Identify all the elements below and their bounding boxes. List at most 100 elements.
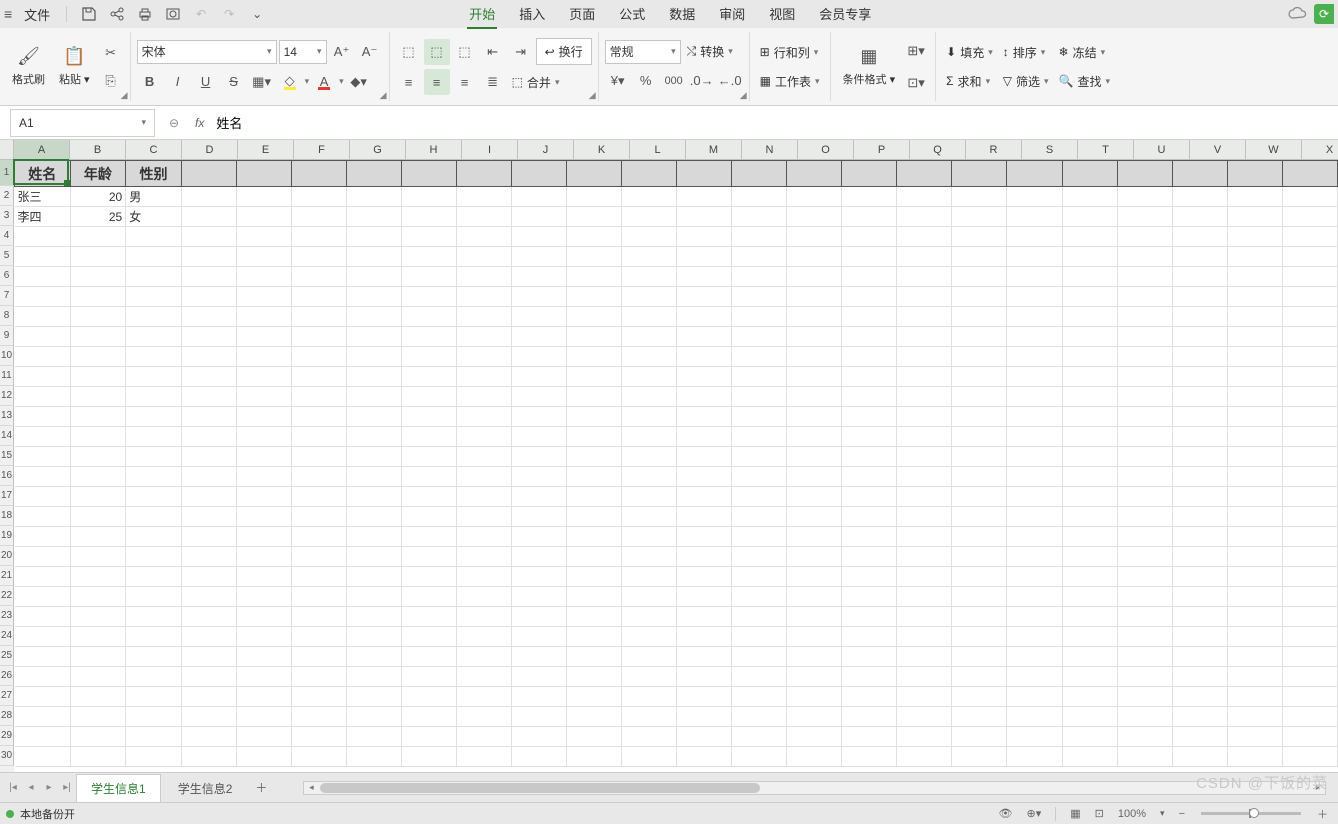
col-header-I[interactable]: I bbox=[462, 140, 518, 159]
cell-N17[interactable] bbox=[732, 487, 787, 507]
cell-W10[interactable] bbox=[1227, 347, 1282, 367]
cell-N22[interactable] bbox=[732, 587, 787, 607]
cell-M27[interactable] bbox=[677, 687, 732, 707]
cell-G19[interactable] bbox=[346, 527, 401, 547]
cell-A6[interactable] bbox=[15, 267, 71, 287]
cell-P25[interactable] bbox=[842, 647, 897, 667]
cell-N29[interactable] bbox=[732, 727, 787, 747]
cell-C25[interactable] bbox=[126, 647, 182, 667]
cell-P14[interactable] bbox=[842, 427, 897, 447]
cell-D28[interactable] bbox=[181, 707, 236, 727]
cell-G7[interactable] bbox=[346, 287, 401, 307]
cell-U22[interactable] bbox=[1117, 587, 1172, 607]
cell-F9[interactable] bbox=[291, 327, 346, 347]
cell-U1[interactable] bbox=[1117, 161, 1172, 187]
cell-U18[interactable] bbox=[1117, 507, 1172, 527]
cell-R8[interactable] bbox=[952, 307, 1007, 327]
cell-P16[interactable] bbox=[842, 467, 897, 487]
cell-N14[interactable] bbox=[732, 427, 787, 447]
alignment-expand-icon[interactable]: ◢ bbox=[589, 90, 596, 101]
cell-T6[interactable] bbox=[1062, 267, 1117, 287]
cell-B11[interactable] bbox=[70, 367, 126, 387]
cell-B3[interactable]: 25 bbox=[70, 207, 126, 227]
cell-B30[interactable] bbox=[70, 747, 126, 767]
cell-X20[interactable] bbox=[1282, 547, 1337, 567]
cell-Q3[interactable] bbox=[897, 207, 952, 227]
cell-X2[interactable] bbox=[1282, 187, 1337, 207]
cell-M4[interactable] bbox=[677, 227, 732, 247]
cell-S4[interactable] bbox=[1007, 227, 1062, 247]
formula-input[interactable] bbox=[210, 109, 1338, 137]
cell-H16[interactable] bbox=[401, 467, 456, 487]
cell-G5[interactable] bbox=[346, 247, 401, 267]
cell-D6[interactable] bbox=[181, 267, 236, 287]
cell-X15[interactable] bbox=[1282, 447, 1337, 467]
cell-V2[interactable] bbox=[1172, 187, 1227, 207]
cell-N19[interactable] bbox=[732, 527, 787, 547]
cell-L19[interactable] bbox=[622, 527, 677, 547]
cell-H10[interactable] bbox=[401, 347, 456, 367]
cell-T14[interactable] bbox=[1062, 427, 1117, 447]
font-size-combo[interactable]: 14▾ bbox=[279, 40, 327, 64]
cell-A25[interactable] bbox=[15, 647, 71, 667]
cell-U2[interactable] bbox=[1117, 187, 1172, 207]
cell-T15[interactable] bbox=[1062, 447, 1117, 467]
cell-G10[interactable] bbox=[346, 347, 401, 367]
cell-K20[interactable] bbox=[567, 547, 622, 567]
cell-I7[interactable] bbox=[457, 287, 512, 307]
col-header-F[interactable]: F bbox=[294, 140, 350, 159]
cell-M20[interactable] bbox=[677, 547, 732, 567]
cell-Q13[interactable] bbox=[897, 407, 952, 427]
cell-B8[interactable] bbox=[70, 307, 126, 327]
cell-E14[interactable] bbox=[236, 427, 291, 447]
cell-G28[interactable] bbox=[346, 707, 401, 727]
cell-S30[interactable] bbox=[1007, 747, 1062, 767]
cell-U12[interactable] bbox=[1117, 387, 1172, 407]
cell-U24[interactable] bbox=[1117, 627, 1172, 647]
cell-C23[interactable] bbox=[126, 607, 182, 627]
cell-B13[interactable] bbox=[70, 407, 126, 427]
cell-M11[interactable] bbox=[677, 367, 732, 387]
crop-icon[interactable]: ⊡▾ bbox=[903, 70, 929, 96]
cell-O24[interactable] bbox=[787, 627, 842, 647]
cell-G23[interactable] bbox=[346, 607, 401, 627]
cell-J23[interactable] bbox=[512, 607, 567, 627]
cell-B21[interactable] bbox=[70, 567, 126, 587]
row-header-12[interactable]: 12 bbox=[0, 386, 14, 406]
cell-P15[interactable] bbox=[842, 447, 897, 467]
cell-H24[interactable] bbox=[401, 627, 456, 647]
cell-N13[interactable] bbox=[732, 407, 787, 427]
cell-V20[interactable] bbox=[1172, 547, 1227, 567]
cell-T2[interactable] bbox=[1062, 187, 1117, 207]
cell-E29[interactable] bbox=[236, 727, 291, 747]
cell-I20[interactable] bbox=[457, 547, 512, 567]
cell-D21[interactable] bbox=[181, 567, 236, 587]
cell-Q22[interactable] bbox=[897, 587, 952, 607]
cell-W3[interactable] bbox=[1227, 207, 1282, 227]
cell-D22[interactable] bbox=[181, 587, 236, 607]
cell-A9[interactable] bbox=[15, 327, 71, 347]
cell-H25[interactable] bbox=[401, 647, 456, 667]
cell-C28[interactable] bbox=[126, 707, 182, 727]
row-header-19[interactable]: 19 bbox=[0, 526, 14, 546]
cell-X16[interactable] bbox=[1282, 467, 1337, 487]
cell-T5[interactable] bbox=[1062, 247, 1117, 267]
cell-U27[interactable] bbox=[1117, 687, 1172, 707]
cell-L20[interactable] bbox=[622, 547, 677, 567]
cell-F27[interactable] bbox=[291, 687, 346, 707]
cell-P11[interactable] bbox=[842, 367, 897, 387]
cell-J29[interactable] bbox=[512, 727, 567, 747]
cell-B24[interactable] bbox=[70, 627, 126, 647]
cell-L28[interactable] bbox=[622, 707, 677, 727]
sheet-first-icon[interactable]: |◂ bbox=[4, 777, 22, 799]
cell-R1[interactable] bbox=[952, 161, 1007, 187]
cell-E15[interactable] bbox=[236, 447, 291, 467]
cell-K28[interactable] bbox=[567, 707, 622, 727]
cell-T28[interactable] bbox=[1062, 707, 1117, 727]
cell-W13[interactable] bbox=[1227, 407, 1282, 427]
italic-icon[interactable]: I bbox=[165, 69, 191, 95]
col-header-V[interactable]: V bbox=[1190, 140, 1246, 159]
cell-M14[interactable] bbox=[677, 427, 732, 447]
cell-U13[interactable] bbox=[1117, 407, 1172, 427]
cell-C5[interactable] bbox=[126, 247, 182, 267]
